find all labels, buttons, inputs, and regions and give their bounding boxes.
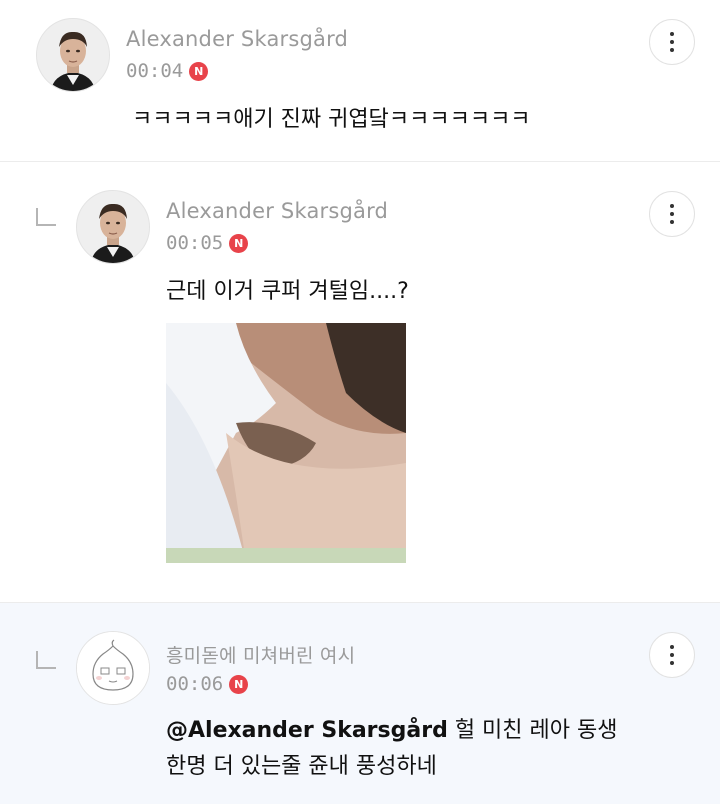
comment-meta: 00:06 N [166, 673, 249, 695]
reply-comment-item: 흥미돋에 미쳐버린 여시 00:06 N @Alexander Skarsgår… [0, 603, 720, 804]
comment-text-line: 한명 더 있는줄 쥰내 풍성하네 [166, 754, 437, 779]
author-name[interactable]: Alexander Skarsgård [166, 199, 388, 223]
more-vertical-icon[interactable] [649, 632, 695, 678]
comment-text-line: @Alexander Skarsgård 헐 미친 레아 동생 [166, 713, 617, 749]
comment-text-fragment: 헐 미친 레아 동생 [447, 718, 618, 743]
timestamp: 00:04 [126, 60, 184, 82]
author-name[interactable]: 흥미돋에 미쳐버린 여시 [166, 641, 355, 668]
comment-text: ㅋㅋㅋㅋㅋ애기 진짜 귀엽닼ㅋㅋㅋㅋㅋㅋㅋ [132, 107, 531, 132]
avatar[interactable] [76, 631, 150, 705]
timestamp: 00:06 [166, 673, 224, 695]
more-vertical-icon[interactable] [649, 19, 695, 65]
attached-photo[interactable] [166, 323, 406, 563]
comment-item: Alexander Skarsgård 00:04 N ㅋㅋㅋㅋㅋ애기 진짜 귀… [0, 0, 720, 162]
avatar[interactable] [36, 18, 110, 92]
author-name[interactable]: Alexander Skarsgård [126, 27, 348, 51]
comment-text: @Alexander Skarsgård 헐 미친 레아 동생 한명 더 있는줄… [166, 713, 617, 785]
reply-arrow-icon [36, 651, 56, 669]
reply-comment-item: Alexander Skarsgård 00:05 N 근데 이거 쿠퍼 겨털임… [0, 162, 720, 603]
comment-meta: 00:05 N [166, 232, 249, 254]
reply-arrow-icon [36, 208, 56, 226]
new-badge-icon: N [229, 674, 249, 694]
more-vertical-icon[interactable] [649, 191, 695, 237]
avatar[interactable] [76, 190, 150, 264]
timestamp: 00:05 [166, 232, 224, 254]
mention-link[interactable]: @Alexander Skarsgård [166, 718, 448, 743]
comment-meta: 00:04 N [126, 60, 209, 82]
new-badge-icon: N [229, 233, 249, 253]
new-badge-icon: N [189, 61, 209, 81]
comment-text: 근데 이거 쿠퍼 겨털임....? [166, 279, 409, 304]
